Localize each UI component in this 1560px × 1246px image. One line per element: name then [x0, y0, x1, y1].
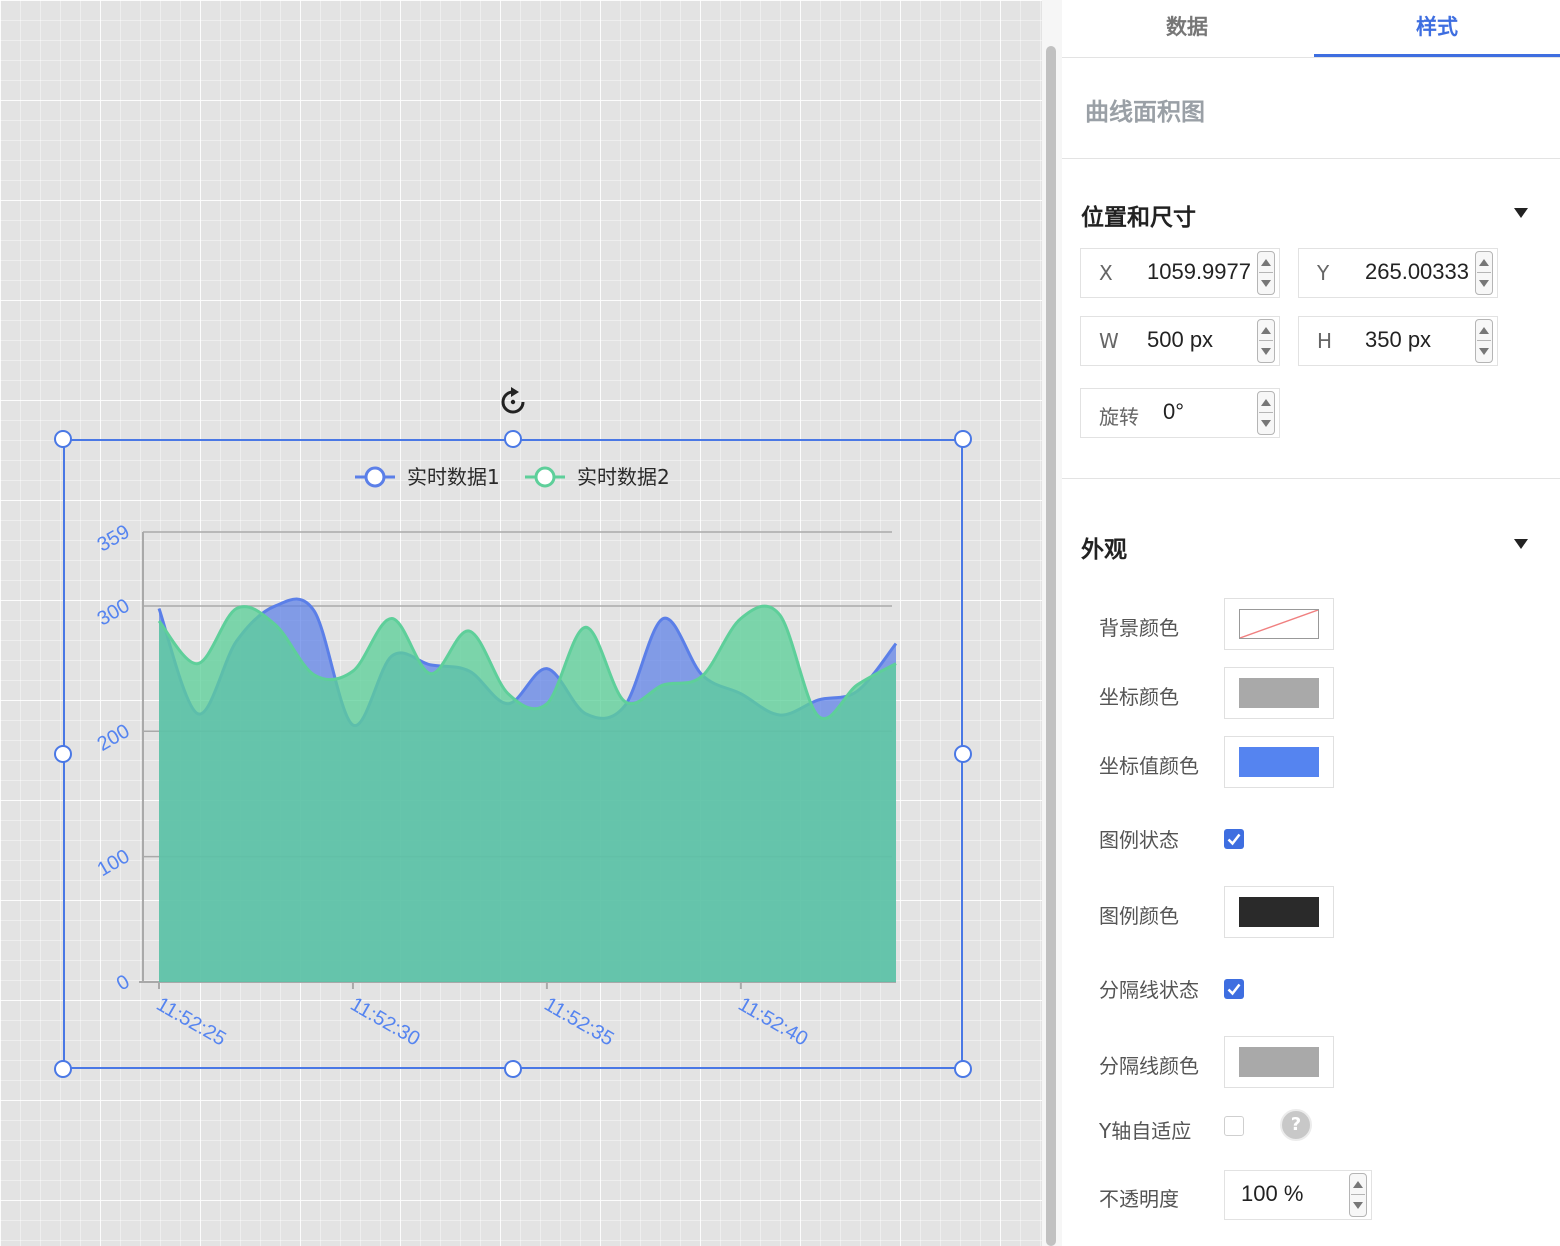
- w-field[interactable]: W 500 px: [1080, 316, 1280, 366]
- y-axis-auto-label: Y轴自适应: [1099, 1119, 1192, 1143]
- resize-handle-bottom-right[interactable]: [954, 1060, 972, 1078]
- section-title-appearance: 外观: [1081, 537, 1127, 563]
- stepper-down-icon[interactable]: [1479, 348, 1489, 355]
- resize-handle-top-right[interactable]: [954, 430, 972, 448]
- legend-color-swatch: [1239, 897, 1319, 927]
- resize-handle-right[interactable]: [954, 745, 972, 763]
- x-label: X: [1099, 261, 1113, 285]
- resize-handle-top[interactable]: [504, 430, 522, 448]
- stepper-down-icon[interactable]: [1261, 280, 1271, 287]
- resize-handle-top-left[interactable]: [54, 430, 72, 448]
- resize-handle-bottom[interactable]: [504, 1060, 522, 1078]
- opacity-input[interactable]: 100 %: [1241, 1181, 1351, 1207]
- legend-state-checkbox[interactable]: [1224, 829, 1244, 849]
- collapse-arrow-icon[interactable]: [1514, 539, 1528, 549]
- split-line-state-checkbox[interactable]: [1224, 979, 1244, 999]
- tab-style[interactable]: 样式: [1314, 0, 1560, 57]
- x-input[interactable]: 1059.9977: [1147, 259, 1257, 285]
- selection-frame: [63, 439, 963, 1069]
- collapse-arrow-icon[interactable]: [1514, 208, 1528, 218]
- axis-value-color-label: 坐标值颜色: [1099, 754, 1199, 778]
- x-stepper[interactable]: [1257, 251, 1275, 295]
- opacity-field[interactable]: 100 %: [1224, 1170, 1372, 1220]
- y-field[interactable]: Y 265.00333: [1298, 248, 1498, 298]
- axis-value-color-picker[interactable]: [1224, 736, 1334, 788]
- tab-data[interactable]: 数据: [1062, 0, 1312, 57]
- check-icon: [1227, 983, 1241, 996]
- w-stepper[interactable]: [1257, 319, 1275, 363]
- stepper-up-icon[interactable]: [1261, 327, 1271, 334]
- h-stepper[interactable]: [1475, 319, 1493, 363]
- stepper-down-icon[interactable]: [1261, 420, 1271, 427]
- rotation-stepper[interactable]: [1257, 391, 1275, 435]
- divider: [1062, 478, 1560, 479]
- split-line-color-label: 分隔线颜色: [1099, 1054, 1199, 1078]
- stepper-up-icon[interactable]: [1479, 259, 1489, 266]
- background-color-label: 背景颜色: [1099, 616, 1179, 640]
- check-icon: [1227, 833, 1241, 846]
- y-axis-auto-checkbox[interactable]: [1224, 1116, 1244, 1136]
- y-label: Y: [1317, 261, 1330, 285]
- split-line-color-picker[interactable]: [1224, 1036, 1334, 1088]
- split-line-color-swatch: [1239, 1047, 1319, 1077]
- stepper-up-icon[interactable]: [1261, 259, 1271, 266]
- divider: [1062, 158, 1560, 159]
- rotation-label: 旋转: [1099, 405, 1139, 429]
- background-color-picker[interactable]: [1224, 598, 1334, 650]
- y-input[interactable]: 265.00333: [1365, 259, 1475, 285]
- section-title-position: 位置和尺寸: [1081, 205, 1196, 231]
- opacity-stepper[interactable]: [1349, 1173, 1367, 1217]
- panel-tabs: 数据 样式: [1062, 0, 1560, 58]
- axis-color-swatch: [1239, 678, 1319, 708]
- stepper-up-icon[interactable]: [1353, 1181, 1363, 1188]
- rotation-field[interactable]: 旋转 0°: [1080, 388, 1280, 438]
- opacity-label: 不透明度: [1099, 1187, 1179, 1211]
- rotate-icon[interactable]: [497, 386, 529, 418]
- w-label: W: [1099, 329, 1119, 353]
- x-field[interactable]: X 1059.9977: [1080, 248, 1280, 298]
- stepper-down-icon[interactable]: [1261, 348, 1271, 355]
- axis-color-label: 坐标颜色: [1099, 685, 1179, 709]
- stepper-down-icon[interactable]: [1479, 280, 1489, 287]
- h-field[interactable]: H 350 px: [1298, 316, 1498, 366]
- stepper-up-icon[interactable]: [1261, 399, 1271, 406]
- axis-value-color-swatch: [1239, 747, 1319, 777]
- stepper-down-icon[interactable]: [1353, 1202, 1363, 1209]
- component-title: 曲线面积图: [1085, 98, 1205, 126]
- properties-panel: 数据 样式 曲线面积图 位置和尺寸 X 1059.9977 Y 265.0033…: [1062, 0, 1560, 1246]
- resize-handle-left[interactable]: [54, 745, 72, 763]
- split-line-state-label: 分隔线状态: [1099, 978, 1199, 1002]
- canvas-scrollbar-thumb[interactable]: [1046, 46, 1056, 1246]
- legend-color-label: 图例颜色: [1099, 904, 1179, 928]
- axis-color-picker[interactable]: [1224, 667, 1334, 719]
- w-input[interactable]: 500 px: [1147, 327, 1257, 353]
- h-input[interactable]: 350 px: [1365, 327, 1475, 353]
- resize-handle-bottom-left[interactable]: [54, 1060, 72, 1078]
- help-icon[interactable]: ?: [1280, 1109, 1312, 1141]
- transparent-swatch-icon: [1239, 609, 1319, 639]
- legend-color-picker[interactable]: [1224, 886, 1334, 938]
- y-stepper[interactable]: [1475, 251, 1493, 295]
- legend-state-label: 图例状态: [1099, 828, 1179, 852]
- stepper-up-icon[interactable]: [1479, 327, 1489, 334]
- h-label: H: [1317, 329, 1333, 353]
